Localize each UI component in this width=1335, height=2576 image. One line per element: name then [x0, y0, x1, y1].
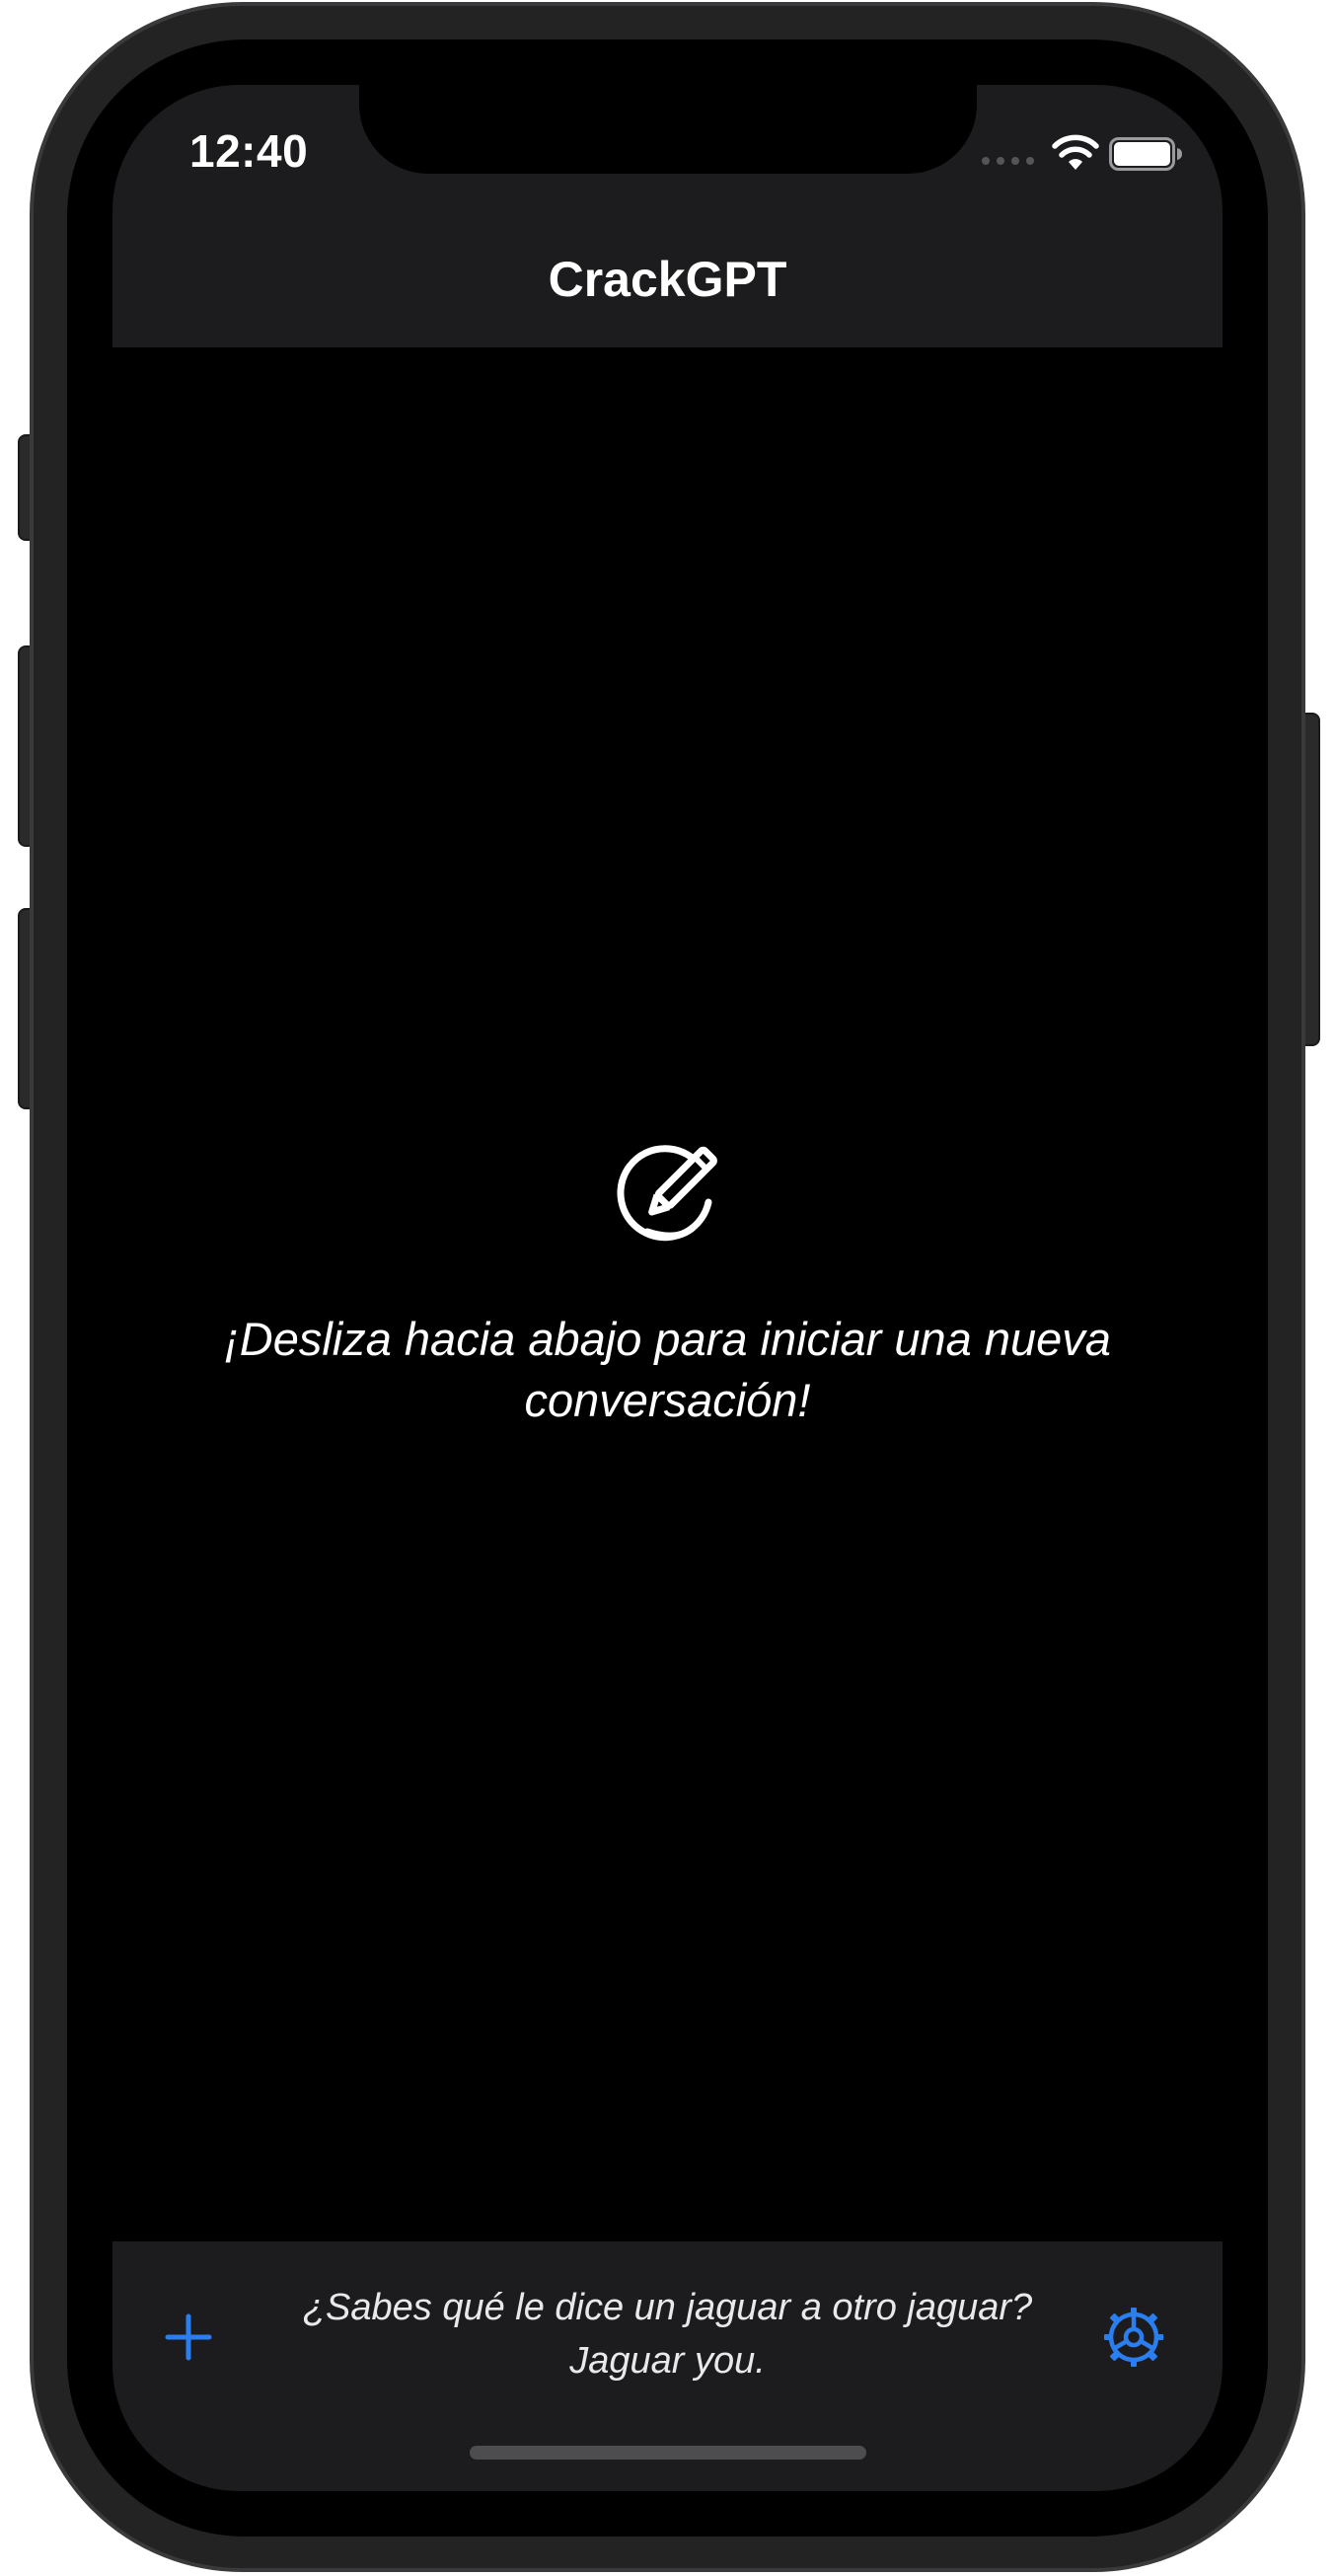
plus-icon[interactable] — [154, 2303, 223, 2372]
page-title: CrackGPT — [548, 252, 787, 307]
status-time: 12:40 — [189, 125, 309, 177]
signal-dots-icon — [982, 157, 1034, 165]
display-notch — [359, 85, 977, 174]
compose-pencil-icon — [617, 1145, 717, 1242]
app-screen: 12:40 CrackGPT ¡Desliza hacia abajo para… — [112, 85, 1223, 2491]
joke-text: ¿Sabes qué le dice un jaguar a otro jagu… — [302, 2287, 1033, 2382]
home-indicator[interactable] — [470, 2446, 866, 2460]
device-frame: 12:40 CrackGPT ¡Desliza hacia abajo para… — [0, 0, 1335, 2576]
gear-icon[interactable] — [1099, 2303, 1168, 2372]
battery-icon — [1109, 137, 1182, 171]
wifi-icon — [1052, 134, 1099, 170]
empty-state-message: ¡Desliza hacia abajo para iniciar una nu… — [224, 1313, 1111, 1426]
